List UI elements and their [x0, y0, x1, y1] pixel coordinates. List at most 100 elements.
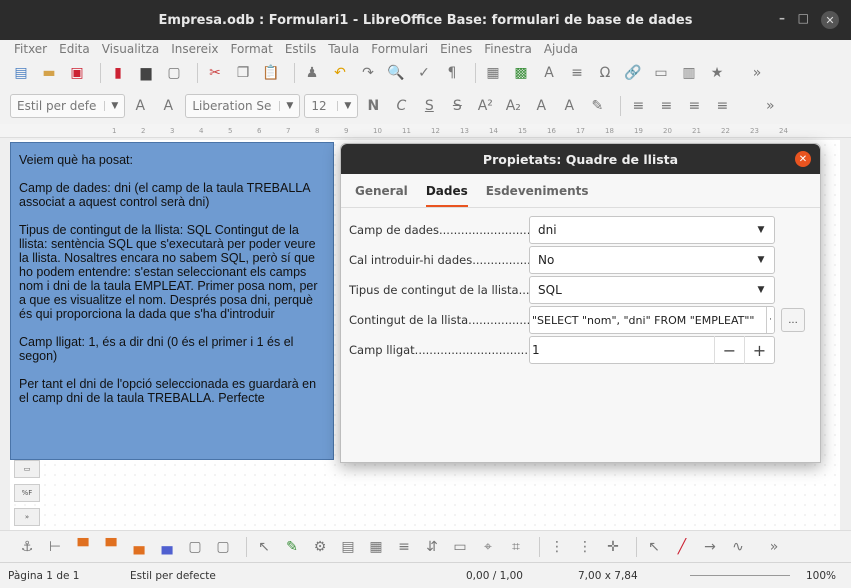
increment-button[interactable]: +: [744, 336, 774, 364]
ungroup-icon[interactable]: ▢: [212, 536, 234, 558]
font-name-combo[interactable]: Liberation Se ▼: [185, 94, 301, 118]
cut-icon[interactable]: ✂: [204, 62, 226, 84]
new-style-icon[interactable]: A: [157, 95, 179, 117]
position-size-icon[interactable]: ⌗: [505, 536, 527, 558]
export-pdf-icon[interactable]: ▮: [107, 62, 129, 84]
send-to-back-icon[interactable]: ▄: [156, 536, 178, 558]
chevron-down-icon[interactable]: ▼: [104, 101, 118, 111]
anchor-icon[interactable]: ⚓: [16, 536, 38, 558]
page-style[interactable]: Estil per defecte: [130, 570, 216, 582]
zoom-level[interactable]: 100%: [806, 570, 836, 582]
strikethrough-icon[interactable]: S: [446, 95, 468, 117]
open-folder-icon[interactable]: ▬: [38, 62, 60, 84]
list-content-more-button[interactable]: ...: [781, 308, 805, 332]
undo-icon[interactable]: ↶: [329, 62, 351, 84]
decrement-button[interactable]: −: [714, 336, 744, 364]
control-properties-icon[interactable]: ⚙: [309, 536, 331, 558]
highlight-icon[interactable]: ✎: [586, 95, 608, 117]
superscript-icon[interactable]: A²: [474, 95, 496, 117]
data-field-select[interactable]: dni ▼: [529, 216, 775, 244]
print-icon[interactable]: ▆: [135, 62, 157, 84]
curve-icon[interactable]: ∿: [727, 536, 749, 558]
minimize-icon[interactable]: –: [779, 11, 785, 25]
menu-fitxer[interactable]: Fitxer: [14, 42, 47, 56]
maximize-icon[interactable]: □: [798, 11, 809, 25]
update-style-icon[interactable]: A: [129, 95, 151, 117]
zoom-slider[interactable]: [690, 575, 790, 576]
activation-order-icon[interactable]: ⇵: [421, 536, 443, 558]
menu-edita[interactable]: Edita: [59, 42, 90, 56]
align-right-icon[interactable]: ≡: [683, 95, 705, 117]
chevron-down-icon[interactable]: ▼: [748, 277, 774, 303]
redo-icon[interactable]: ↷: [357, 62, 379, 84]
tab-esdeveniments[interactable]: Esdeveniments: [486, 184, 589, 207]
menu-taula[interactable]: Taula: [328, 42, 359, 56]
subscript-icon[interactable]: A₂: [502, 95, 524, 117]
bold-icon[interactable]: N: [362, 95, 384, 117]
save-icon[interactable]: ▣: [66, 62, 88, 84]
copy-icon[interactable]: ❐: [232, 62, 254, 84]
open-design-mode-icon[interactable]: ▭: [449, 536, 471, 558]
line-icon[interactable]: ╱: [671, 536, 693, 558]
menu-format[interactable]: Format: [231, 42, 273, 56]
insert-table-icon[interactable]: ▦: [482, 62, 504, 84]
print-preview-icon[interactable]: ▢: [163, 62, 185, 84]
italic-icon[interactable]: C: [390, 95, 412, 117]
input-required-select[interactable]: No ▼: [529, 246, 775, 274]
add-field-icon[interactable]: ≡: [393, 536, 415, 558]
arrow-line-icon[interactable]: →: [699, 536, 721, 558]
bound-field-spinbox[interactable]: 1 − +: [529, 336, 775, 364]
insert-textbox-icon[interactable]: A: [538, 62, 560, 84]
menu-estils[interactable]: Estils: [285, 42, 316, 56]
overflow-icon[interactable]: »: [763, 536, 785, 558]
menu-finestra[interactable]: Finestra: [484, 42, 532, 56]
insert-bookmark-icon[interactable]: ★: [706, 62, 728, 84]
menu-visualitza[interactable]: Visualitza: [102, 42, 160, 56]
insert-hyperlink-icon[interactable]: 🔗: [622, 62, 644, 84]
align-left-icon[interactable]: ≡: [627, 95, 649, 117]
close-window-icon[interactable]: ✕: [821, 11, 839, 29]
list-content-type-select[interactable]: SQL ▼: [529, 276, 775, 304]
justify-icon[interactable]: ≡: [711, 95, 733, 117]
align-center-icon[interactable]: ≡: [655, 95, 677, 117]
forward-one-icon[interactable]: ▀: [100, 536, 122, 558]
insert-special-character-icon[interactable]: Ω: [594, 62, 616, 84]
tab-general[interactable]: General: [355, 184, 408, 207]
control-icon[interactable]: ▭: [14, 460, 40, 478]
insert-image-icon[interactable]: ▩: [510, 62, 532, 84]
overflow-icon[interactable]: »: [746, 62, 768, 84]
display-grid-icon[interactable]: ⋮: [546, 536, 568, 558]
font-color-icon[interactable]: A: [558, 95, 580, 117]
new-document-icon[interactable]: ▤: [10, 62, 32, 84]
backward-one-icon[interactable]: ▄: [128, 536, 150, 558]
group-icon[interactable]: ▢: [184, 536, 206, 558]
snap-to-grid-icon[interactable]: ⋮: [574, 536, 596, 558]
find-replace-icon[interactable]: 🔍: [385, 62, 407, 84]
paste-icon[interactable]: 📋: [260, 62, 282, 84]
chevron-down-icon[interactable]: ▼: [337, 101, 351, 111]
helplines-icon[interactable]: ✛: [602, 536, 624, 558]
headers-footers-icon[interactable]: ▥: [678, 62, 700, 84]
insert-field-icon[interactable]: ≡: [566, 62, 588, 84]
formatted-field-icon[interactable]: %F: [14, 484, 40, 502]
select-icon[interactable]: ↖: [253, 536, 275, 558]
chevron-down-icon[interactable]: ▼: [748, 217, 774, 243]
automatic-control-focus-icon[interactable]: ⌖: [477, 536, 499, 558]
overflow-icon[interactable]: »: [759, 95, 781, 117]
menu-formulari[interactable]: Formulari: [371, 42, 428, 56]
font-size-combo[interactable]: 12 ▼: [304, 94, 359, 118]
spellcheck-icon[interactable]: ✓: [413, 62, 435, 84]
clone-formatting-icon[interactable]: ♟: [301, 62, 323, 84]
chevron-down-icon[interactable]: ▼: [748, 247, 774, 273]
menu-eines[interactable]: Eines: [440, 42, 472, 56]
chevron-down-icon[interactable]: ▼: [279, 101, 293, 111]
horizontal-ruler[interactable]: 1 2 3 4 5 6 7 8 9 10 11 12 13 14 15 16 17 18 19 20 21 22 23 24: [0, 124, 851, 138]
underline-icon[interactable]: S: [418, 95, 440, 117]
tab-dades[interactable]: Dades: [425, 184, 468, 207]
design-mode-icon[interactable]: ✎: [281, 536, 303, 558]
chevron-down-icon[interactable]: ·: [766, 307, 774, 333]
more-controls-icon[interactable]: »: [14, 508, 40, 526]
align-objects-icon[interactable]: ⊢: [44, 536, 66, 558]
formatting-marks-icon[interactable]: ¶: [441, 62, 463, 84]
form-navigator-icon[interactable]: ▦: [365, 536, 387, 558]
